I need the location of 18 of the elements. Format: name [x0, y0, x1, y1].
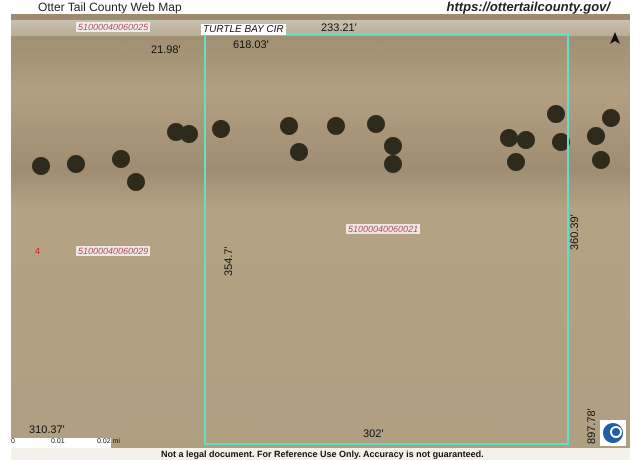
lot-number: 4: [35, 246, 40, 256]
dimension-label: 21.98': [151, 44, 181, 56]
parcel-id: 51000040060029: [76, 246, 150, 256]
dimension-label: 618.03': [233, 39, 269, 51]
dimension-label: 360.39': [569, 214, 581, 250]
dimension-label: 233.21': [321, 22, 357, 34]
dimension-label: 897.78': [586, 408, 598, 444]
dimension-label: 302': [363, 428, 384, 440]
parcel-id: 51000040060021: [346, 224, 420, 234]
logo-icon: [600, 420, 626, 446]
disclaimer: Not a legal document. For Reference Use Only. Accuracy is not guaranteed.: [161, 448, 484, 460]
dimension-label: 310.37': [29, 424, 65, 436]
website-link[interactable]: https://ottertailcounty.gov/: [446, 1, 610, 13]
parcel-id: 51000040060025: [76, 22, 150, 32]
north-arrow-icon: [610, 32, 620, 44]
map-title: Otter Tail County Web Map: [38, 1, 182, 13]
road-label: TURTLE BAY CIR: [201, 24, 286, 35]
dimension-label: 354.7': [223, 246, 235, 276]
